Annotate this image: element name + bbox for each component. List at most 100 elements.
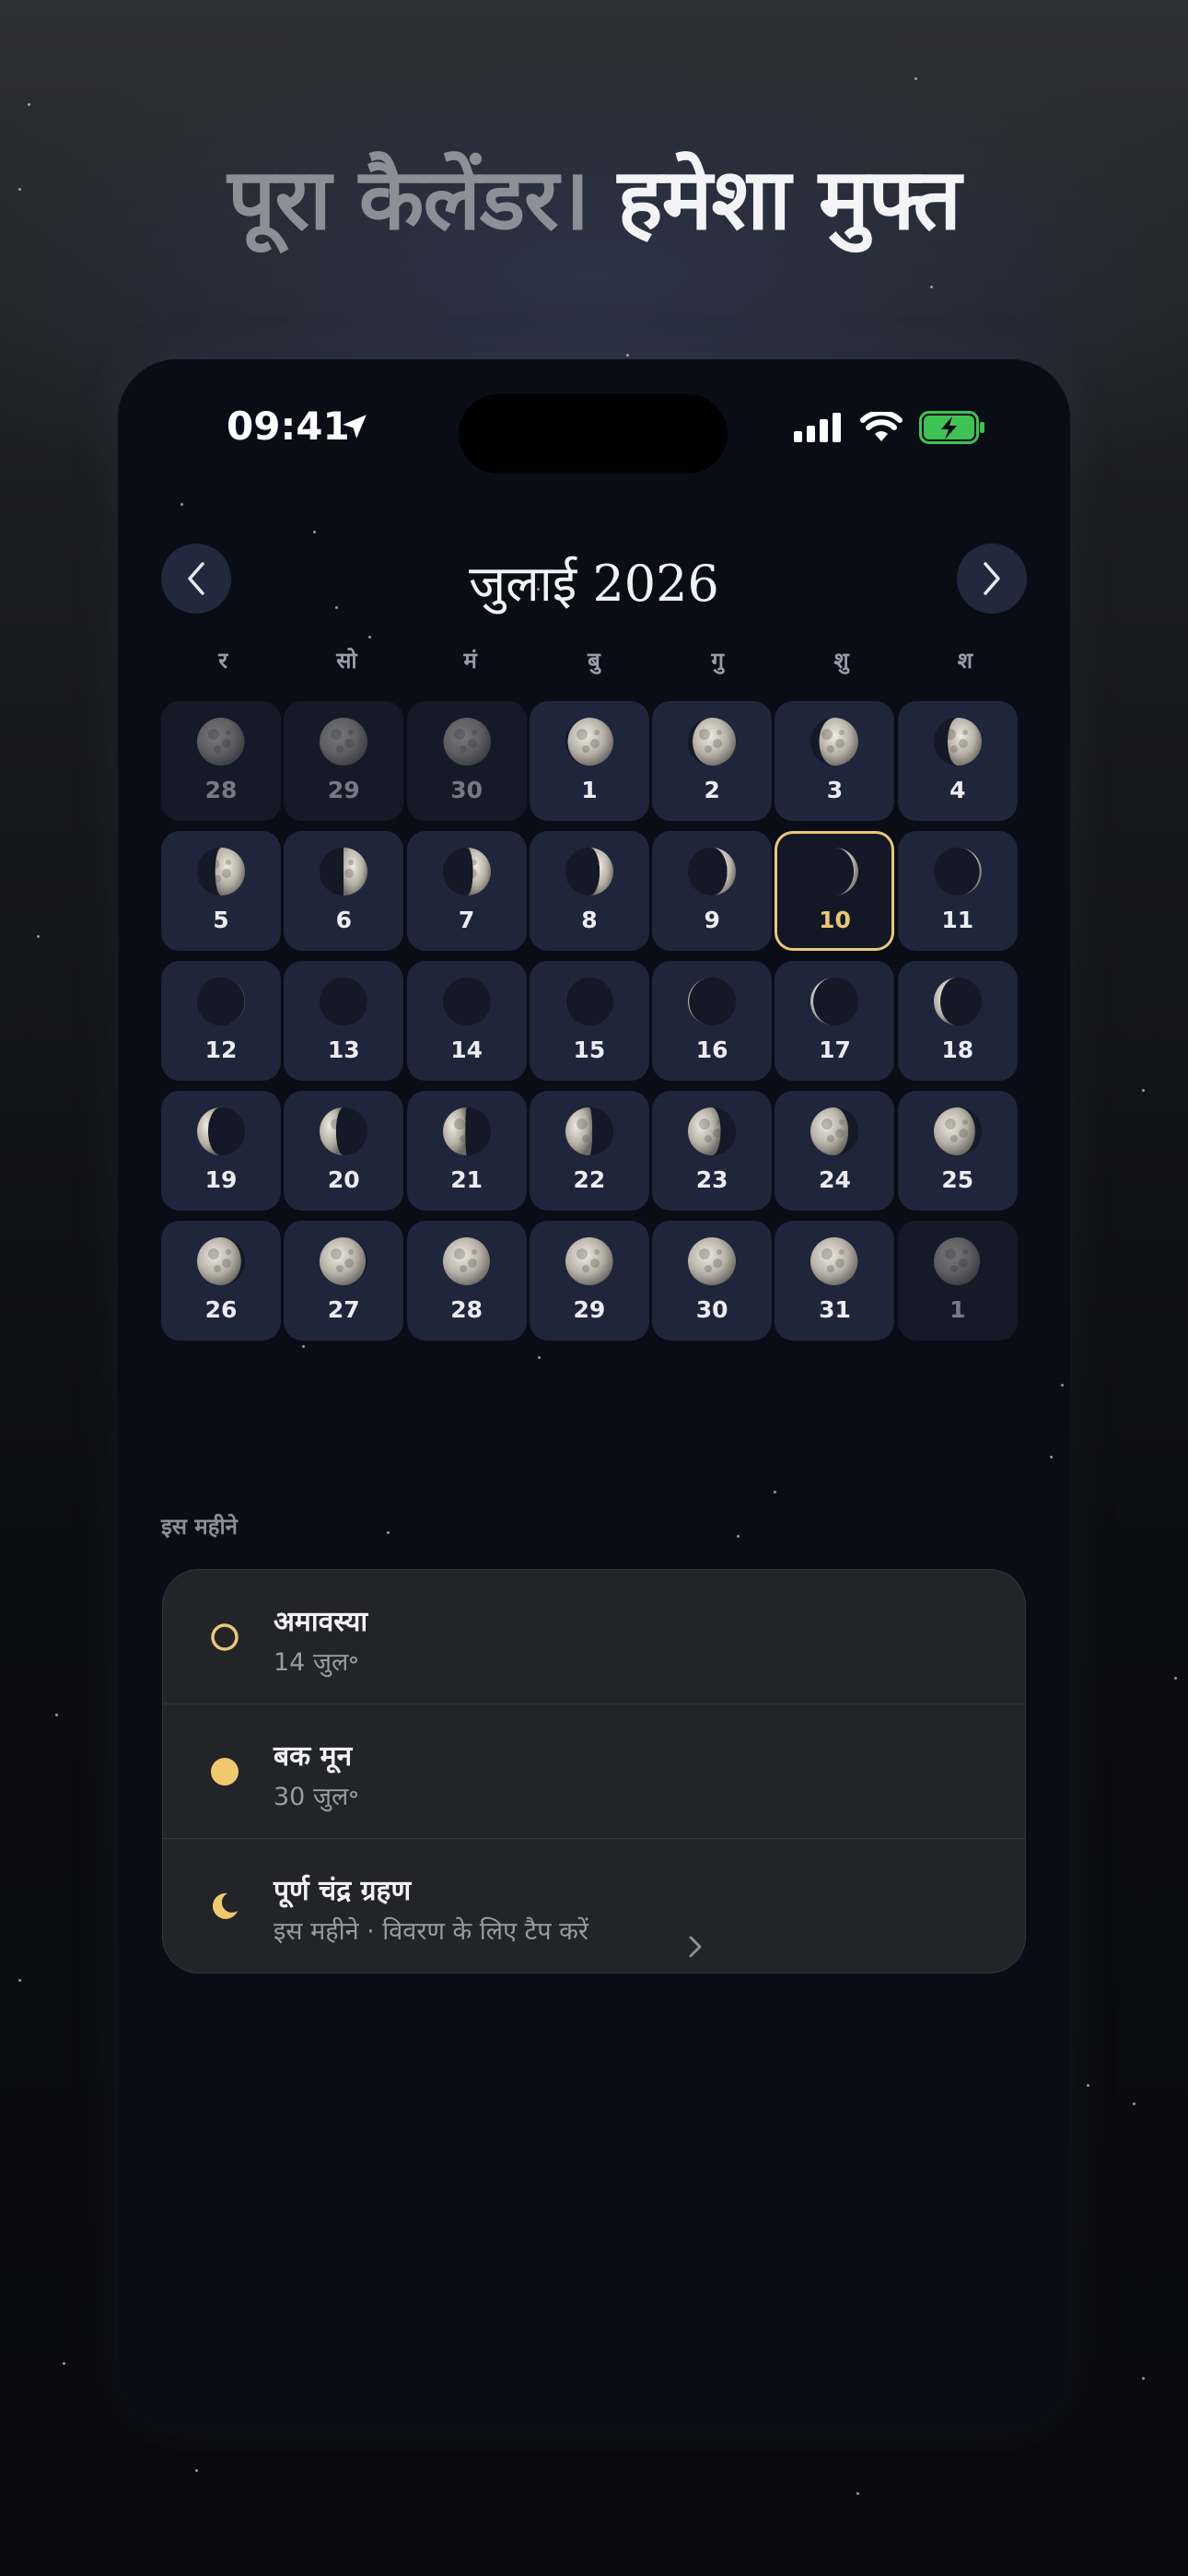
day-cell[interactable]: 19 [161,1091,281,1211]
event-title: बक मून [274,1740,353,1773]
day-cell[interactable]: 1 [529,701,649,821]
day-number: 11 [941,907,974,933]
star [387,1531,390,1534]
headline-part1: पूरा कैलेंडर। [227,150,589,249]
moon-phase-icon [197,848,245,896]
event-row-new-moon[interactable]: अमावस्या 14 जुल॰ [163,1570,1025,1704]
day-number: 30 [695,1296,728,1323]
weekday-label: र [218,648,228,673]
day-number: 1 [581,777,598,803]
headline-part2: हमेशा मुफ्त [617,150,961,249]
day-number: 21 [450,1166,483,1193]
day-cell[interactable]: 2 [652,701,773,821]
day-number: 17 [819,1036,851,1063]
day-number: 30 [450,777,483,803]
day-cell[interactable]: 13 [284,961,404,1081]
day-cell[interactable]: 28 [406,1221,527,1341]
day-cell[interactable]: 25 [897,1091,1018,1211]
day-cell[interactable]: 29 [284,701,404,821]
day-cell[interactable]: 23 [652,1091,773,1211]
moon-phase-icon [933,1237,982,1285]
event-title: पूर्ण चंद्र ग्रहण [274,1875,412,1907]
day-number: 4 [949,777,966,803]
moon-phase [195,1106,247,1157]
moon-phase-icon [688,848,737,896]
day-number: 28 [204,777,238,803]
moon-phase-icon [810,848,859,896]
day-cell[interactable]: 28 [161,701,281,821]
event-row-buck-moon[interactable]: बक मून 30 जुल॰ [163,1704,1025,1839]
day-cell[interactable]: 29 [529,1221,649,1341]
moon-phase [195,846,247,897]
chevron-right-icon [689,1936,702,1958]
day-number: 5 [213,907,229,933]
day-number: 29 [573,1296,606,1323]
day-cell[interactable]: 5 [161,831,281,951]
day-cell[interactable]: 15 [529,961,649,1081]
weekday-label: शु [833,648,849,673]
day-number: 9 [704,907,720,933]
day-cell[interactable]: 18 [897,961,1018,1081]
moon-phase [441,1106,493,1157]
day-cell[interactable]: 30 [406,701,527,821]
star [313,531,316,533]
day-cell[interactable]: 16 [652,961,773,1081]
moon-phase-icon [810,1237,859,1285]
day-number: 15 [573,1036,606,1063]
day-cell[interactable]: 30 [652,1221,773,1341]
moon-phase [441,846,493,897]
moon-phase-icon [442,718,491,766]
day-cell[interactable]: 26 [161,1221,281,1341]
moon-phase [686,846,738,897]
event-row-lunar-eclipse[interactable]: पूर्ण चंद्र ग्रहण इस महीने · विवरण के लि… [163,1839,1025,1973]
day-cell[interactable]: 11 [897,831,1018,951]
day-cell[interactable]: 7 [406,831,527,951]
phone-frame: 09:41 जुलाई 2026 र सो मं बु गु शु श 28 2… [118,359,1070,2429]
moon-phase [686,976,738,1027]
weekday-label: बु [588,648,600,673]
day-cell[interactable]: 24 [775,1091,895,1211]
event-title: अमावस्या [274,1606,368,1638]
wifi-icon [860,412,903,441]
status-icons [794,411,985,444]
moon-phase-icon [197,718,245,766]
day-cell[interactable]: 20 [284,1091,404,1211]
event-date: 30 जुल॰ [274,1783,359,1811]
day-cell[interactable]: 6 [284,831,404,951]
moon-phase [809,1235,860,1287]
moon-phase [318,1235,369,1287]
moon-phase-icon [442,848,491,896]
day-number: 13 [327,1036,360,1063]
moon-phase-icon [197,978,245,1025]
day-cell[interactable]: 9 [652,831,773,951]
day-cell[interactable]: 17 [775,961,895,1081]
day-number: 24 [819,1166,851,1193]
moon-phase-icon [320,1237,368,1285]
day-number: 2 [704,777,720,803]
next-month-button[interactable] [957,544,1027,614]
calendar-header: जुलाई 2026 [118,544,1070,614]
star [368,636,371,638]
moon-phase [318,716,369,767]
day-cell[interactable]: 27 [284,1221,404,1341]
day-cell[interactable]: 4 [897,701,1018,821]
month-title: जुलाई 2026 [469,555,719,613]
day-number: 7 [458,907,475,933]
day-cell[interactable]: 1 [897,1221,1018,1341]
moon-phase [564,716,615,767]
moon-phase-icon [688,1237,737,1285]
day-cell[interactable]: 3 [775,701,895,821]
day-number: 14 [450,1036,483,1063]
day-cell[interactable]: 22 [529,1091,649,1211]
day-cell[interactable]: 12 [161,961,281,1081]
moon-phase [686,716,738,767]
day-cell[interactable]: 14 [406,961,527,1081]
day-cell[interactable]: 31 [775,1221,895,1341]
day-cell[interactable]: 21 [406,1091,527,1211]
star [302,1345,305,1348]
day-cell-today[interactable]: 10 [775,831,895,951]
day-cell[interactable]: 8 [529,831,649,951]
day-number: 16 [695,1036,728,1063]
moon-phase-icon [810,978,859,1025]
status-time: 09:41 [227,404,350,449]
